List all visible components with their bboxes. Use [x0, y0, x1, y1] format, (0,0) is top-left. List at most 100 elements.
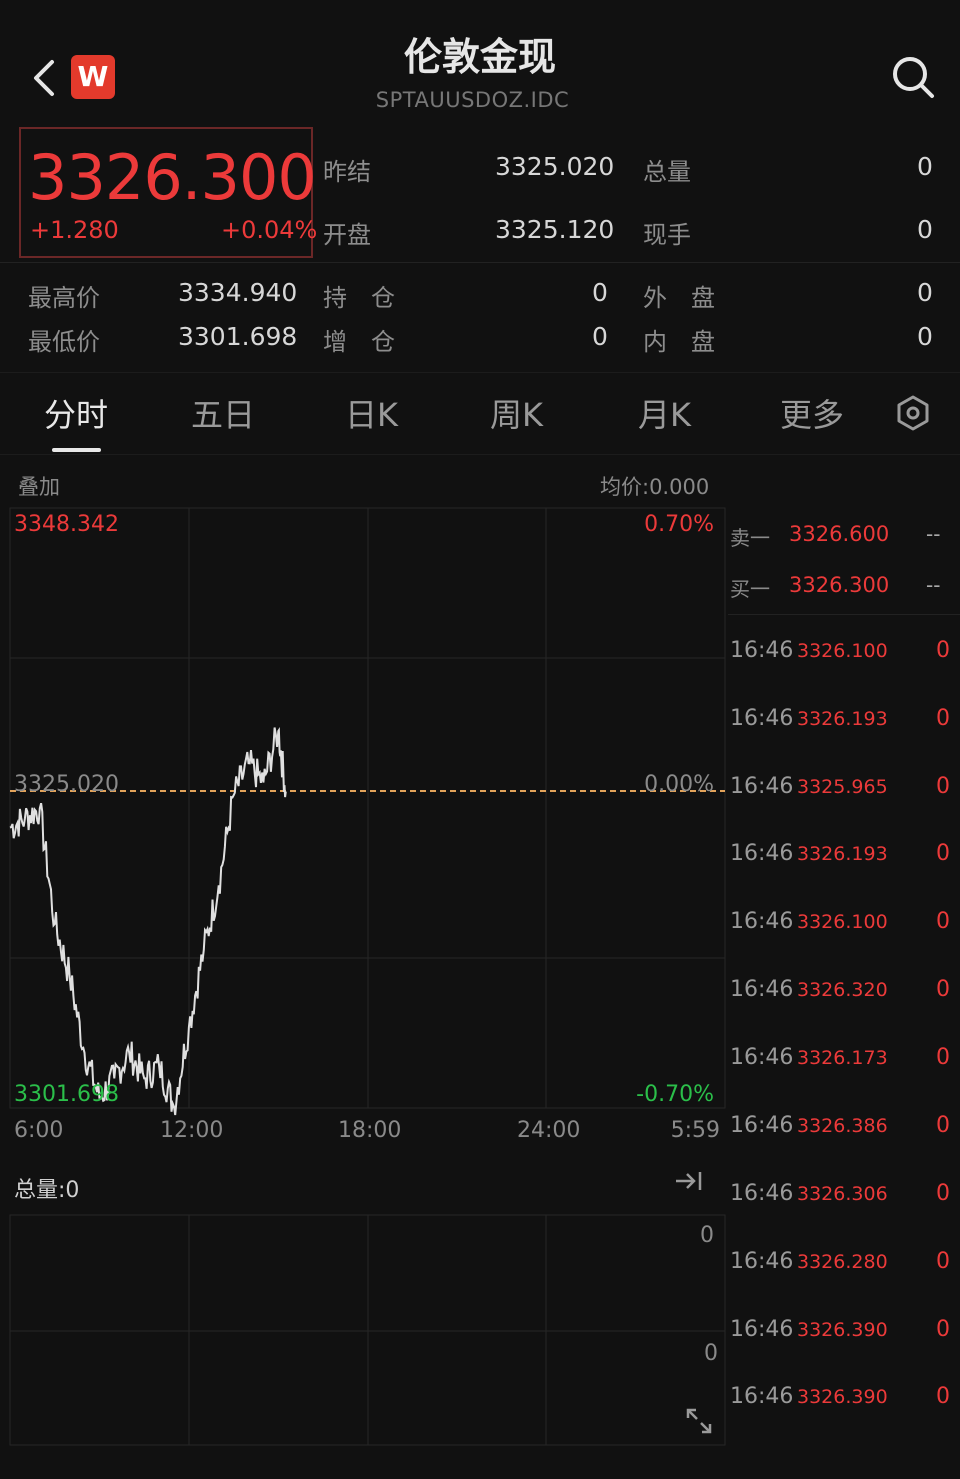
oi-inc-value: 0	[592, 322, 608, 351]
chart-grid	[9, 507, 726, 1109]
intraday-chart[interactable]: 3348.342 0.70% 3325.020 0.00% 3301.698 -…	[0, 505, 728, 1155]
oi-inc-label: 增 仓	[323, 328, 395, 356]
y-max-label: 3348.342	[14, 512, 119, 537]
tick-volume: 0	[936, 909, 950, 934]
prev-close-value: 3325.020	[495, 152, 615, 181]
prev-close-label: 昨结	[323, 158, 371, 186]
tab-monthly-k[interactable]: 月K	[638, 390, 691, 436]
divider	[0, 454, 960, 455]
tick-volume: 0	[936, 1045, 950, 1070]
tick-time: 16:46	[730, 706, 794, 731]
price-change: +1.280	[30, 216, 119, 244]
tick-time: 16:46	[730, 1113, 794, 1138]
volume-chart: 0 0	[9, 1214, 726, 1446]
collapse-volume-button[interactable]	[672, 1164, 706, 1198]
high-label: 最高价	[28, 284, 100, 312]
tick-time: 16:46	[730, 1249, 794, 1274]
tick-price: 3326.193	[797, 843, 888, 865]
volume-total-label: 总量:0	[14, 1178, 80, 1203]
total-vol-value: 0	[917, 152, 933, 181]
buy1-price: 3326.300	[789, 573, 890, 597]
tab-intraday[interactable]: 分时	[44, 390, 108, 436]
search-icon	[893, 57, 934, 98]
tick-price: 3326.390	[797, 1386, 888, 1408]
cur-hand-value: 0	[917, 215, 933, 244]
chart-settings-button[interactable]	[894, 394, 932, 432]
x-tick-label: 24:00	[517, 1118, 580, 1143]
search-button[interactable]	[888, 52, 938, 102]
open-value: 3325.120	[495, 215, 615, 244]
oi-label: 持 仓	[323, 284, 395, 312]
vol-axis-top: 0	[700, 1223, 714, 1248]
active-tab-indicator	[52, 448, 101, 452]
tick-time: 16:46	[730, 1384, 794, 1409]
y-max-pct: 0.70%	[644, 512, 714, 537]
tick-price: 3326.390	[797, 1319, 888, 1341]
tick-price: 3326.173	[797, 1047, 888, 1069]
price-change-pct: +0.04%	[221, 216, 318, 244]
page-title: 伦敦金现	[403, 35, 556, 79]
avg-price-label: 均价:0.000	[600, 475, 710, 499]
high-value: 3334.940	[178, 278, 298, 307]
tick-volume: 0	[936, 1113, 950, 1138]
inner-label: 内 盘	[643, 328, 715, 356]
symbol-code: SPTAUUSDOZ.IDC	[375, 88, 570, 112]
settings-icon	[897, 395, 929, 431]
tick-time: 16:46	[730, 1181, 794, 1206]
y-min-pct: -0.70%	[636, 1082, 714, 1107]
tick-price: 3326.386	[797, 1115, 888, 1137]
x-tick-label: 6:00	[14, 1118, 63, 1143]
tick-price: 3326.193	[797, 708, 888, 730]
tab-more[interactable]: 更多	[780, 390, 844, 436]
tick-volume: 0	[936, 977, 950, 1002]
oi-value: 0	[592, 278, 608, 307]
tick-price: 3325.965	[797, 776, 888, 798]
tick-time: 16:46	[730, 977, 794, 1002]
tick-price: 3326.100	[797, 640, 888, 662]
tick-volume: 0	[936, 774, 950, 799]
overlay-button[interactable]: 叠加	[18, 471, 60, 501]
arrow-to-right-icon	[676, 1172, 702, 1190]
tick-price: 3326.320	[797, 979, 888, 1001]
tick-time: 16:46	[730, 1045, 794, 1070]
tick-time: 16:46	[730, 1317, 794, 1342]
tick-volume: 0	[936, 1181, 950, 1206]
tick-time: 16:46	[730, 909, 794, 934]
fullscreen-button[interactable]	[684, 1406, 714, 1436]
y-min-label: 3301.698	[14, 1082, 119, 1107]
divider	[0, 262, 960, 263]
outer-label: 外 盘	[643, 284, 715, 312]
low-value: 3301.698	[178, 322, 298, 351]
buy1-label: 买一	[730, 577, 770, 601]
y-ref-label: 3325.020	[14, 772, 119, 797]
sell1-label: 卖一	[730, 526, 770, 550]
open-label: 开盘	[323, 221, 371, 249]
sell1-volume: --	[926, 522, 941, 546]
vol-axis-mid: 0	[704, 1341, 718, 1366]
expand-icon	[686, 1408, 712, 1434]
sell1-price: 3326.600	[789, 522, 890, 546]
tick-volume: 0	[936, 841, 950, 866]
tick-volume: 0	[936, 638, 950, 663]
tab-five-day[interactable]: 五日	[191, 390, 255, 436]
tab-daily-k[interactable]: 日K	[345, 390, 398, 436]
divider	[0, 372, 960, 373]
buy1-volume: --	[926, 573, 941, 597]
total-vol-label: 总量	[643, 158, 691, 186]
tick-price: 3326.280	[797, 1251, 888, 1273]
last-price: 3326.300	[28, 141, 317, 214]
tick-volume: 0	[936, 1384, 950, 1409]
tick-volume: 0	[936, 706, 950, 731]
tick-time: 16:46	[730, 774, 794, 799]
tab-weekly-k[interactable]: 周K	[490, 390, 543, 436]
inner-value: 0	[917, 322, 933, 351]
tick-volume: 0	[936, 1317, 950, 1342]
tick-price: 3326.306	[797, 1183, 888, 1205]
tick-time: 16:46	[730, 638, 794, 663]
x-tick-label: 18:00	[338, 1118, 401, 1143]
x-tick-label: 5:59	[671, 1118, 720, 1143]
x-tick-label: 12:00	[160, 1118, 223, 1143]
tick-price: 3326.100	[797, 911, 888, 933]
low-label: 最低价	[28, 328, 100, 356]
y-ref-pct: 0.00%	[644, 772, 714, 797]
